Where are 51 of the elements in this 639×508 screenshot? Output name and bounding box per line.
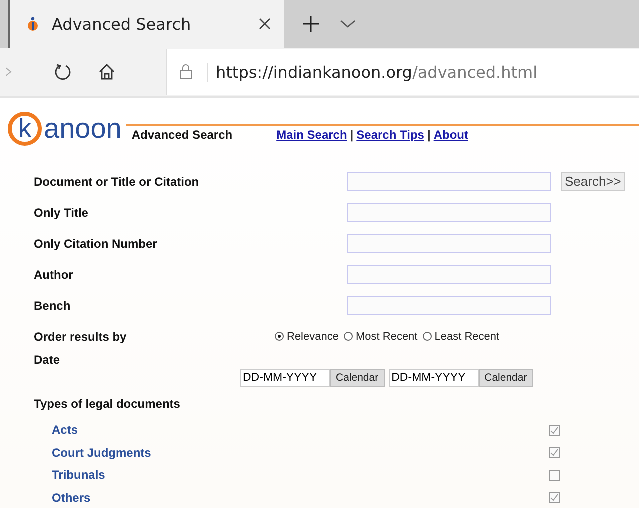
field-label: Bench <box>34 298 72 312</box>
field-label: Only Title <box>34 206 90 220</box>
radio-button[interactable] <box>422 332 432 341</box>
checkbox[interactable] <box>549 447 560 458</box>
document-type-label: Acts <box>52 423 80 438</box>
address-bar[interactable]: https://indiankanoon.org/advanced.html <box>166 49 639 95</box>
input-field[interactable] <box>347 203 551 222</box>
browser-tab[interactable]: Advanced Search <box>8 0 284 48</box>
nav-link[interactable]: About <box>434 128 468 142</box>
input-field[interactable] <box>347 172 551 191</box>
home-icon[interactable] <box>98 63 116 81</box>
input-field[interactable] <box>347 265 551 284</box>
field-label: Document or Title or Citation <box>34 174 200 188</box>
calendar-button[interactable]: Calendar <box>330 369 385 387</box>
date-field[interactable]: DD-MM-YYYY <box>388 369 479 387</box>
field-label: Order results by <box>34 330 128 344</box>
checkbox[interactable] <box>549 492 560 504</box>
separator: | <box>350 128 354 142</box>
field-label: Author <box>34 268 74 282</box>
checkbox[interactable] <box>549 470 560 481</box>
field-label: Date <box>34 353 62 367</box>
search-button[interactable]: Search>> <box>561 172 626 191</box>
logo-mark: k <box>8 112 42 146</box>
lock-icon <box>179 64 193 80</box>
separator: | <box>427 128 431 142</box>
close-icon[interactable] <box>258 17 272 31</box>
nav-link[interactable]: Main Search <box>276 128 348 142</box>
calendar-button[interactable]: Calendar <box>478 369 534 387</box>
radio-option[interactable]: Relevance <box>275 330 339 342</box>
document-type-label: Others <box>52 490 92 505</box>
refresh-icon[interactable] <box>54 63 72 81</box>
input-field[interactable] <box>347 234 551 253</box>
checkbox[interactable] <box>549 424 560 436</box>
date-field[interactable]: DD-MM-YYYY <box>240 369 330 387</box>
field-label: Only Citation Number <box>34 236 158 250</box>
document-type-label: Court Judgments <box>52 446 152 460</box>
logo-text: anoon <box>44 114 122 144</box>
document-type-label: Tribunals <box>52 468 106 482</box>
new-tab-icon[interactable] <box>302 15 320 33</box>
tab-title: Advanced Search <box>52 14 192 34</box>
favicon-icon <box>26 16 40 32</box>
chevron-down-icon[interactable] <box>340 19 356 29</box>
input-field[interactable] <box>347 296 551 315</box>
section-label: Types of legal documents <box>34 396 182 410</box>
page-title: Advanced Search <box>132 128 233 142</box>
nav-link[interactable]: Search Tips <box>356 128 424 142</box>
radio-button[interactable] <box>344 332 353 341</box>
forward-icon[interactable] <box>6 66 12 78</box>
radio-option[interactable]: Least Recent <box>422 330 500 342</box>
radio-button[interactable] <box>275 332 284 341</box>
radio-option[interactable]: Most Recent <box>344 330 418 342</box>
